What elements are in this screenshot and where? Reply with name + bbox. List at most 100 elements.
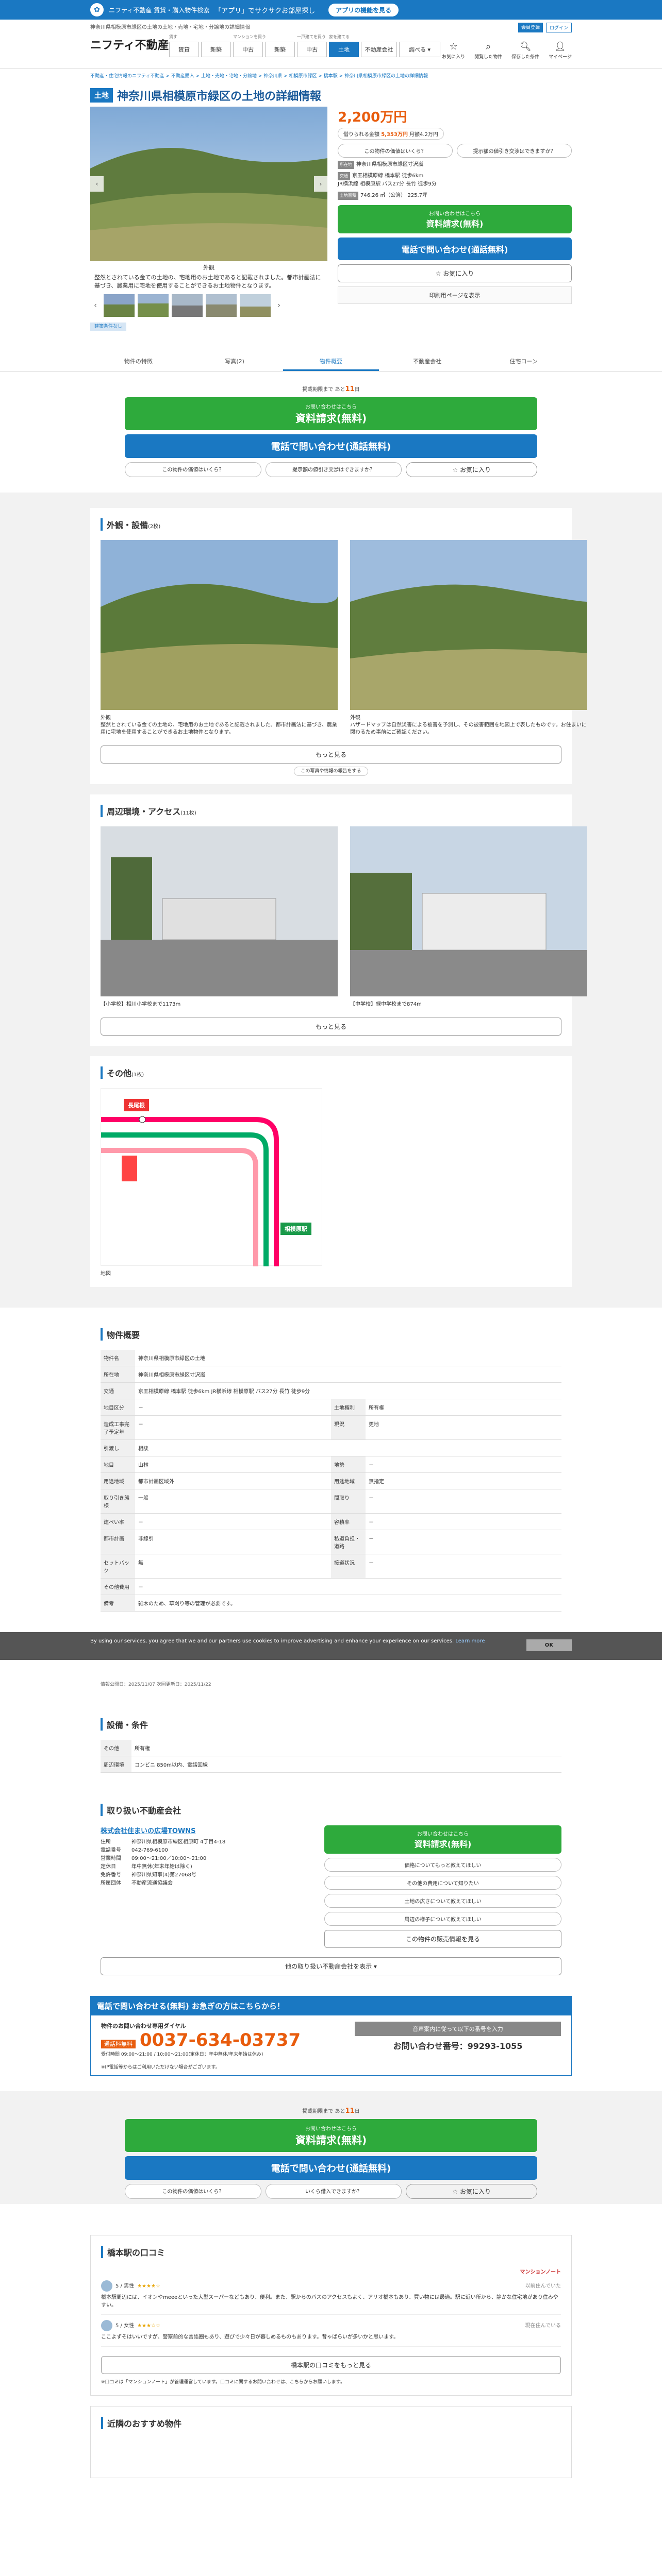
app-features-button[interactable]: アプリの機能を見る xyxy=(328,3,399,16)
thumbnail[interactable] xyxy=(138,294,169,317)
nav-mansion-new[interactable]: 新築 xyxy=(265,42,295,57)
table-row: 地目区分－土地権利 所有権 xyxy=(101,1399,561,1416)
land-photo xyxy=(90,107,327,261)
favorite-button[interactable]: ☆ お気に入り xyxy=(338,264,572,282)
exterior-photo[interactable]: 外観 整然とされている金ての土地の、宅地用のお土地であると記載されました。都市計画… xyxy=(101,540,338,736)
kv-label: 住所 xyxy=(101,1839,111,1845)
mypage-link[interactable]: 👤︎ マイページ xyxy=(549,41,572,60)
tab-agent[interactable]: 不動産会社 xyxy=(379,353,475,371)
company-check[interactable]: その他の費用について知りたい xyxy=(324,1876,561,1890)
exterior-more-button[interactable]: もっと見る xyxy=(101,745,561,764)
login-link[interactable]: ログイン xyxy=(545,23,572,32)
cta-phone-button[interactable]: 電話で問い合わせ(通話無料) xyxy=(125,2156,537,2180)
surroundings-photo[interactable]: 【中学校】緑中学校まで874m xyxy=(350,826,587,1008)
phone-inquiry-button[interactable]: 電話で問い合わせ(通話無料) xyxy=(338,238,572,260)
company-request-button[interactable]: お問い合わせはこちら 資料請求(無料) xyxy=(324,1825,561,1854)
report-button[interactable]: この写真や情報の報告をする xyxy=(294,767,368,776)
cta-phone-button[interactable]: 電話で問い合わせ(通話無料) xyxy=(125,434,537,458)
row-label: 引渡し xyxy=(101,1439,136,1456)
table-row: 建ぺい率－容積率－ xyxy=(101,1513,561,1530)
row-value: － xyxy=(366,1554,561,1579)
loan-extra: 月額4.2万円 xyxy=(409,132,438,138)
row-label: その他費用 xyxy=(101,1578,136,1595)
nav-mansion-used[interactable]: 中古 xyxy=(233,42,263,57)
cookie-ok-button[interactable]: OK xyxy=(526,1639,572,1651)
cta-check-1[interactable]: この物件の価値はいくら？ xyxy=(125,2184,261,2199)
request-docs-button[interactable]: お問い合わせはこちら 資料請求(無料) xyxy=(338,205,572,233)
photo-gallery: ‹ › 外観 整然とされている金ての土地の、宅地用のお土地であると記載されました… xyxy=(90,107,327,317)
nav-house-used[interactable]: 中古 xyxy=(297,42,327,57)
map-label-station: 相模原駅 xyxy=(280,1223,311,1235)
saved-search-link[interactable]: 🔍︎ 保存した条件 xyxy=(511,41,539,60)
cta-check-1[interactable]: この物件の価値はいくら？ xyxy=(125,462,261,477)
avatar xyxy=(101,2320,112,2331)
cta-favorite-button[interactable]: ☆ お気に入り xyxy=(406,2184,538,2199)
tab-photos[interactable]: 写真(2) xyxy=(187,353,283,371)
nav-agent[interactable]: 不動産会社 xyxy=(361,42,397,57)
row-label: 造成工事完了予定年 xyxy=(101,1415,136,1440)
favorites-link[interactable]: ☆ お気に入り xyxy=(442,41,465,60)
loan-estimate[interactable]: 借りられる金額 5,353万円 月額4.2万円 xyxy=(338,128,444,140)
exterior-photo[interactable]: 外観 ハザードマップは自然災害による被害を予測し、その被害範囲を地図上で表したもの… xyxy=(350,540,587,736)
company-name-link[interactable]: 株式会社住まいの広場TOWNS xyxy=(101,1825,312,1835)
company-listings-button[interactable]: この物件の販売情報を見る xyxy=(324,1930,561,1948)
photo-caption-title: 外観 xyxy=(350,715,360,721)
reviews-more-button[interactable]: 橋本駅の口コミをもっと見る xyxy=(101,2356,561,2374)
row-value: 雑木のため、草刈り等の管理が必要です。 xyxy=(135,1595,561,1612)
surroundings-photo[interactable]: 【小学校】相川小学校まで1173m xyxy=(101,826,338,1008)
row-value: 無 xyxy=(135,1554,331,1579)
phone-hours: 受付時間 09:00〜21:00 / 10:00〜21:00(定休日：年中無休/… xyxy=(101,2052,263,2057)
search-icon: 🔍︎ xyxy=(519,41,532,52)
company-section: 取り扱い不動産会社 株式会社住まいの広場TOWNS 住所 神奈川県相模原市緑区相原… xyxy=(90,1793,572,1986)
register-link[interactable]: 会員登録 xyxy=(518,23,543,32)
cta-request-button[interactable]: お問い合わせはこちら 資料請求(無料) xyxy=(125,2119,537,2152)
company-more-button[interactable]: 他の取り扱い不動産会社を表示 ▾ xyxy=(101,1957,561,1975)
prev-photo-button[interactable]: ‹ xyxy=(90,176,104,192)
kv-label: 定休日 xyxy=(101,1864,116,1870)
cta-check-2[interactable]: 提示額の値引き交渉はできますか？ xyxy=(265,462,402,477)
table-row: 取り引き態様 一般 間取り－ xyxy=(101,1489,561,1514)
site-logo[interactable]: ニフティ不動産 xyxy=(90,36,169,53)
property-type-tag: 土地 xyxy=(90,88,113,103)
company-request-sub: お問い合わせはこちら xyxy=(417,1832,469,1837)
thumbnail[interactable] xyxy=(104,294,135,317)
row-value: 更地 xyxy=(366,1415,561,1440)
phone-number[interactable]: 0037-634-03737 xyxy=(140,2030,301,2050)
main-photo[interactable]: ‹ › xyxy=(90,107,327,261)
print-button[interactable]: 印刷用ページを表示 xyxy=(338,286,572,304)
nav-research-dropdown[interactable]: 調べる ▾ xyxy=(399,42,440,57)
thumb-prev-icon[interactable]: ‹ xyxy=(90,301,101,310)
thumbnail[interactable] xyxy=(240,294,271,317)
cta-request-button[interactable]: お問い合わせはこちら 資料請求(無料) xyxy=(125,397,537,430)
land-photo xyxy=(101,540,338,710)
surroundings-more-button[interactable]: もっと見る xyxy=(101,1018,561,1036)
user-icon: 👤︎ xyxy=(554,41,567,52)
deadline-suffix: 日 xyxy=(354,2109,360,2114)
tab-overview[interactable]: 物件概要 xyxy=(283,353,379,371)
row-value: 所有権 xyxy=(131,1740,561,1756)
company-check[interactable]: 価格についてもっと教えてほしい xyxy=(324,1858,561,1872)
company-check[interactable]: 周辺の様子について教えてほしい xyxy=(324,1912,561,1926)
next-photo-button[interactable]: › xyxy=(314,176,327,192)
photo-caption-title: 外観 xyxy=(101,715,111,721)
value-check-button[interactable]: この物件の価値はいくら？ xyxy=(338,144,453,158)
row-label: 取り引き態様 xyxy=(101,1489,136,1514)
tab-features[interactable]: 物件の特徴 xyxy=(90,353,187,371)
cta-favorite-button[interactable]: ☆ お気に入り xyxy=(406,462,538,477)
row-label: 容積率 xyxy=(330,1513,366,1530)
nav-land[interactable]: 土地 xyxy=(329,42,359,57)
tab-loan[interactable]: 住宅ローン xyxy=(475,353,572,371)
company-check[interactable]: 土地の広さについて教えてほしい xyxy=(324,1894,561,1908)
nav-rent[interactable]: 賃貸 xyxy=(169,42,199,57)
route-map[interactable]: 長尾根 相模原駅 xyxy=(101,1088,322,1266)
thumb-next-icon[interactable]: › xyxy=(274,301,284,310)
nav-rent-new[interactable]: 新築 xyxy=(201,42,231,57)
thumbnail[interactable] xyxy=(206,294,237,317)
recommend-title: 近隣のおすすめ物件 xyxy=(101,2417,561,2429)
history-link[interactable]: ⌕ 閲覧した物件 xyxy=(474,41,502,60)
cta-check-2[interactable]: いくら借入できますか？ xyxy=(265,2184,402,2199)
cookie-learn-more-link[interactable]: Learn more xyxy=(455,1638,485,1644)
thumbnail[interactable] xyxy=(172,294,203,317)
breadcrumb[interactable]: 不動産・住宅情報のニフティ不動産 > 不動産購入 > 土地・売地・宅地・分譲地 … xyxy=(0,69,662,84)
discount-check-button[interactable]: 提示額の値引き交渉はできますか？ xyxy=(457,144,572,158)
